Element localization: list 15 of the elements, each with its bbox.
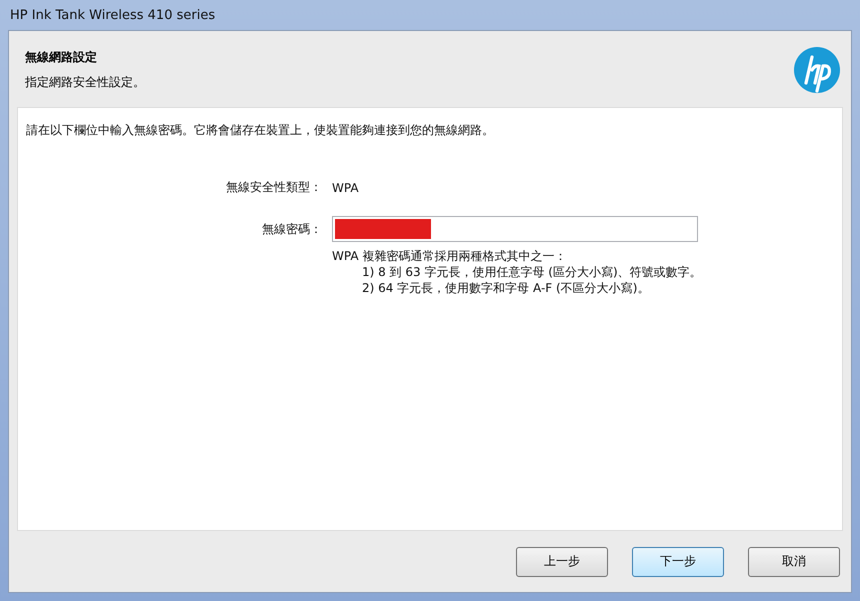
instruction-text: 請在以下欄位中輸入無線密碼。它將會儲存在裝置上，使裝置能夠連接到您的無線網路。 [26,122,495,139]
password-field[interactable] [332,216,698,242]
security-type-value: WPA [332,180,359,194]
nav-button[interactable]: 下一步 [632,546,724,576]
hint-text: 2) 64 字元長，使用數字和字母 A-F (不區分大小寫)。 [361,280,650,296]
hint-text: WPA 複雜密碼通常採用兩種格式其中之一： [332,248,568,264]
nav-button[interactable]: 取消 [748,546,840,576]
field-label: 無線密碼： [261,220,323,238]
field-label: 無線安全性類型： [225,179,323,196]
window-title: HP Ink Tank Wireless 410 series [10,8,216,22]
hint-text: 1) 8 到 63 字元長，使用任意字母 (區分大小寫)、符號或數字。 [361,264,703,280]
nav-button[interactable]: 上一步 [516,546,608,576]
page-title: 無線網路設定 [25,49,98,66]
logo-icon [793,46,841,94]
page-subtitle: 指定網路安全性設定。 [25,74,145,91]
